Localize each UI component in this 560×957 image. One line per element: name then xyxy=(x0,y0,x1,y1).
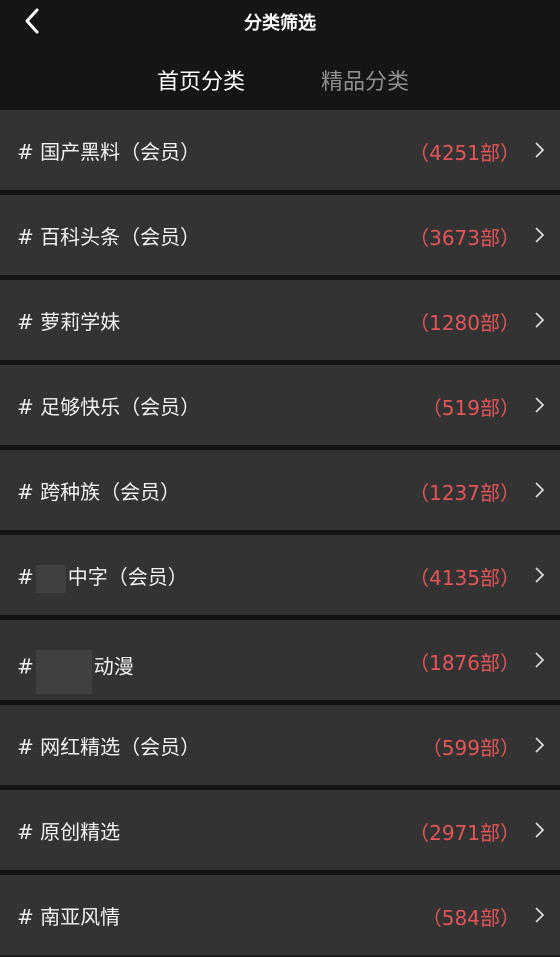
category-label: # 足够快乐（会员） xyxy=(17,395,201,419)
chevron-right-icon xyxy=(535,312,545,328)
category-list: # 国产黑料（会员） （4251部） # 百科头条（会员） （3673部） # … xyxy=(0,110,560,955)
top-bar: 分类筛选 xyxy=(0,0,560,42)
category-label: # 国产黑料（会员） xyxy=(17,140,201,164)
category-label: # 中字（会员） xyxy=(17,561,188,593)
list-item[interactable]: # 萝莉学妹 （1280部） xyxy=(0,280,560,360)
category-label-suffix: 动漫 xyxy=(93,654,134,679)
list-item[interactable]: # 原创精选 （2971部） xyxy=(0,790,560,870)
chevron-right-icon xyxy=(535,907,545,923)
list-item[interactable]: # 动漫 （1876部） xyxy=(0,620,560,700)
chevron-right-icon xyxy=(535,822,545,838)
category-count: （1876部） xyxy=(409,651,520,675)
category-count: （4251部） xyxy=(409,141,520,165)
page-title: 分类筛选 xyxy=(244,13,316,34)
chevron-right-icon xyxy=(535,142,545,158)
category-label: # 南亚风情 xyxy=(17,905,121,929)
category-count: （3673部） xyxy=(409,226,520,250)
category-label-prefix: # xyxy=(17,654,34,679)
tab-premium-categories[interactable]: 精品分类 xyxy=(321,64,409,96)
tab-home-categories[interactable]: 首页分类 xyxy=(157,64,245,96)
category-count: （4135部） xyxy=(409,566,520,590)
chevron-right-icon xyxy=(535,567,545,583)
list-item[interactable]: # 南亚风情 （584部） xyxy=(0,875,560,955)
list-item[interactable]: # 中字（会员） （4135部） xyxy=(0,535,560,615)
category-label-prefix: # xyxy=(17,565,34,589)
category-count: （1280部） xyxy=(409,311,520,335)
chevron-right-icon xyxy=(535,737,545,753)
list-item[interactable]: # 网红精选（会员） （599部） xyxy=(0,705,560,785)
list-item[interactable]: # 足够快乐（会员） （519部） xyxy=(0,365,560,445)
category-label: # 动漫 xyxy=(17,646,134,694)
category-label: # 萝莉学妹 xyxy=(17,310,121,334)
category-tabs: 首页分类 精品分类 xyxy=(0,64,560,98)
chevron-right-icon xyxy=(535,227,545,243)
redacted-text xyxy=(35,564,66,593)
category-count: （519部） xyxy=(421,396,520,420)
list-item[interactable]: # 跨种族（会员） （1237部） xyxy=(0,450,560,530)
redacted-text xyxy=(35,650,92,694)
category-count: （599部） xyxy=(421,736,520,760)
category-label: # 百科头条（会员） xyxy=(17,225,201,249)
category-label-suffix: 中字（会员） xyxy=(67,565,188,589)
category-count: （584部） xyxy=(421,906,520,930)
category-label: # 网红精选（会员） xyxy=(17,735,201,759)
list-item[interactable]: # 国产黑料（会员） （4251部） xyxy=(0,110,560,190)
list-item[interactable]: # 百科头条（会员） （3673部） xyxy=(0,195,560,275)
category-count: （2971部） xyxy=(409,821,520,845)
category-label: # 跨种族（会员） xyxy=(17,480,181,504)
chevron-right-icon xyxy=(535,397,545,413)
category-label: # 原创精选 xyxy=(17,820,121,844)
header: 分类筛选 首页分类 精品分类 xyxy=(0,0,560,110)
chevron-right-icon xyxy=(535,482,545,498)
category-count: （1237部） xyxy=(409,481,520,505)
chevron-right-icon xyxy=(535,652,545,668)
